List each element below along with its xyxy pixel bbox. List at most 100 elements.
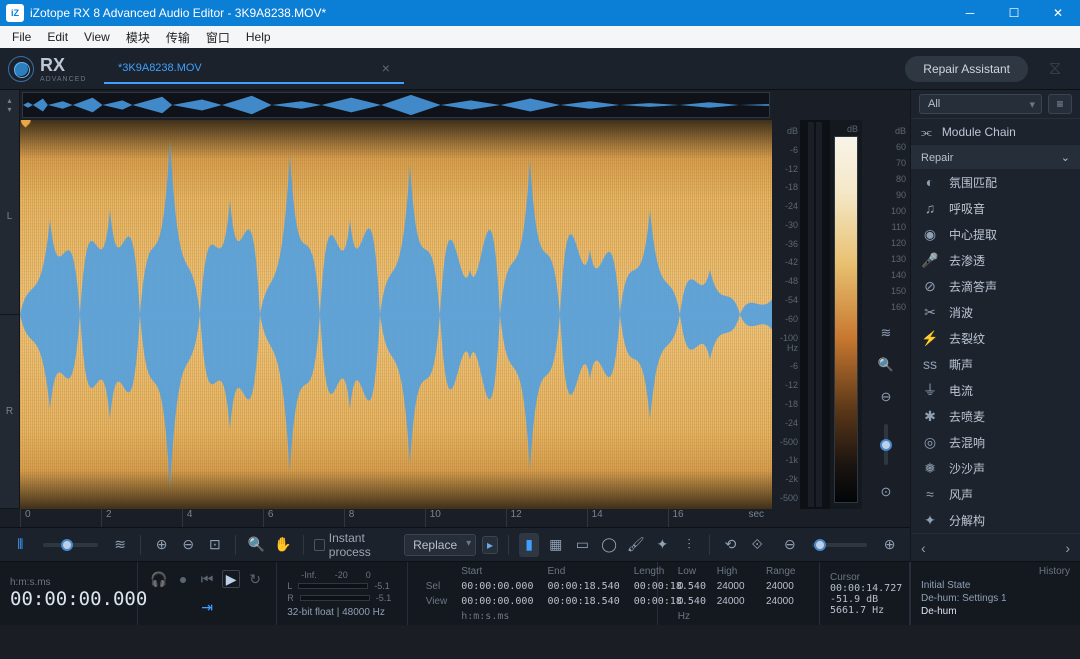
close-tab-icon[interactable]: ×: [382, 60, 390, 76]
module-item[interactable]: ✦分解构: [911, 507, 1080, 533]
module-item[interactable]: ✱去喷麦: [911, 403, 1080, 429]
module-label: 去滴答声: [949, 278, 997, 295]
next-page-icon[interactable]: ›: [1065, 540, 1070, 556]
module-item[interactable]: ⚡去裂纹: [911, 325, 1080, 351]
zoom-selection-icon[interactable]: ⊡: [205, 533, 226, 557]
chain-icon: ⫘: [921, 125, 932, 140]
history-panel: History Initial StateDe-hum: Settings 1D…: [910, 561, 1080, 625]
zoom-down-icon[interactable]: ▾: [7, 105, 11, 114]
spectrogram-view[interactable]: [20, 120, 772, 509]
hzoom-in-icon[interactable]: ⊕: [879, 533, 900, 557]
zoom-in-icon[interactable]: 🔍: [875, 354, 897, 376]
db-scale: dB-6-12-18-24-30-36-42-48-54-60-100 Hz-6…: [772, 120, 800, 509]
headphones-icon[interactable]: 🎧: [150, 570, 168, 588]
spectrogram-view-icon[interactable]: ≋: [110, 533, 131, 557]
instant-process-checkbox[interactable]: Instant process: [314, 531, 398, 559]
level-readout: -Inf.-200 L-5.1 R-5.1 32-bit float | 480…: [277, 562, 408, 625]
grab-tool-icon[interactable]: ✋: [273, 533, 294, 557]
history-item[interactable]: Initial State: [921, 579, 1070, 592]
module-filter-dropdown[interactable]: All: [919, 94, 1042, 114]
main-toolbar: ⫴ ≋ ⊕ ⊖ ⊡ 🔍 ✋ Instant process Replace ▸ …: [0, 527, 910, 561]
loop-button[interactable]: ↻: [246, 570, 264, 588]
process-go-button[interactable]: ▸: [482, 536, 498, 554]
amplitude-view-icon[interactable]: ⫴: [10, 533, 31, 557]
timecode-format-label[interactable]: h:m:s.ms: [10, 577, 127, 588]
module-chain-button[interactable]: ⫘ Module Chain: [911, 118, 1080, 146]
module-icon: ♫: [921, 200, 939, 216]
module-label: 嘶声: [949, 356, 973, 373]
module-icon: 🎤: [921, 252, 939, 269]
time-ruler[interactable]: 0246810121416sec: [0, 509, 910, 527]
lasso-tool-icon[interactable]: ◯: [599, 533, 620, 557]
wand-tool-icon[interactable]: ✦: [652, 533, 673, 557]
app-icon: iZ: [6, 4, 24, 22]
brightness-slider[interactable]: [884, 424, 888, 465]
freq-select-tool-icon[interactable]: ▭: [572, 533, 593, 557]
module-item[interactable]: ⊘去滴答声: [911, 273, 1080, 299]
app-header: RX ADVANCED *3K9A8238.MOV × Repair Assis…: [0, 48, 1080, 90]
module-item[interactable]: ◐氛围匹配: [911, 169, 1080, 195]
hzoom-slider[interactable]: [812, 543, 867, 547]
zoom-up-icon[interactable]: ▴: [7, 96, 11, 105]
timefreq-select-tool-icon[interactable]: ▦: [545, 533, 566, 557]
menu-file[interactable]: File: [4, 28, 39, 46]
module-item[interactable]: ◉中心提取: [911, 221, 1080, 247]
menu-edit[interactable]: Edit: [39, 28, 76, 46]
repair-assistant-button[interactable]: Repair Assistant: [905, 56, 1028, 82]
window-title: iZotope RX 8 Advanced Audio Editor - 3K9…: [30, 6, 326, 20]
menu-modules[interactable]: 模块: [118, 27, 158, 48]
window-close-button[interactable]: ✕: [1036, 0, 1080, 26]
brush-tool-icon[interactable]: 🖌: [625, 533, 646, 557]
history-item[interactable]: De-hum: Settings 1: [921, 592, 1070, 605]
module-icon: ◐: [921, 174, 939, 190]
module-category[interactable]: Repair ⌄: [911, 146, 1080, 169]
deselect-icon[interactable]: ⟲: [720, 533, 741, 557]
zoom-out-icon[interactable]: ⊖: [178, 533, 199, 557]
module-panel: All ≡ ⫘ Module Chain Repair ⌄ ◐氛围匹配♫呼吸音◉…: [910, 90, 1080, 561]
selection-info: StartEndLength Sel00:00:00.00000:00:18.5…: [408, 562, 658, 625]
zoom-in-icon[interactable]: ⊕: [151, 533, 172, 557]
menu-view[interactable]: View: [76, 28, 118, 46]
rewind-button[interactable]: ⏮: [198, 570, 216, 588]
module-label: 中心提取: [949, 226, 997, 243]
overview-waveform[interactable]: [22, 92, 770, 118]
module-item[interactable]: ss嘶声: [911, 351, 1080, 377]
waveform-opacity-slider[interactable]: [43, 543, 98, 547]
helix-icon[interactable]: ⧖: [1040, 54, 1070, 84]
timecode-display[interactable]: 00:00:00.000: [10, 588, 127, 610]
process-mode-dropdown[interactable]: Replace: [404, 534, 476, 556]
menu-help[interactable]: Help: [238, 28, 279, 46]
module-item[interactable]: ⏚电流: [911, 377, 1080, 403]
module-item[interactable]: ≈风声: [911, 481, 1080, 507]
region-tool-icon[interactable]: ⟐: [747, 533, 768, 557]
zoom-tool-icon[interactable]: 🔍: [246, 533, 267, 557]
time-select-tool-icon[interactable]: ▮: [519, 533, 540, 557]
module-item[interactable]: ✂消波: [911, 299, 1080, 325]
follow-playhead-button[interactable]: ⇥: [198, 599, 216, 617]
history-item[interactable]: De-hum: [921, 605, 1070, 618]
module-icon: ≈: [921, 486, 939, 502]
module-item[interactable]: 🎤去渗透: [911, 247, 1080, 273]
harmonic-select-icon[interactable]: ⫶: [679, 533, 700, 557]
menu-transport[interactable]: 传输: [158, 27, 198, 48]
freq-info: LowHighRange 02400024000 02400024000 Hz: [658, 562, 820, 625]
prev-page-icon[interactable]: ‹: [921, 540, 926, 556]
module-item[interactable]: ◎去混响: [911, 429, 1080, 455]
file-tab[interactable]: *3K9A8238.MOV ×: [104, 54, 404, 84]
window-maximize-button[interactable]: ☐: [992, 0, 1036, 26]
menu-window[interactable]: 窗口: [198, 27, 238, 48]
zoom-fit-icon[interactable]: ⊙: [875, 481, 897, 503]
checkbox-icon[interactable]: [314, 539, 325, 551]
zoom-out-icon[interactable]: ⊖: [875, 386, 897, 408]
vertical-zoom-buttons[interactable]: ▴ ▾: [0, 90, 20, 120]
hzoom-out-icon[interactable]: ⊖: [780, 533, 801, 557]
slider-thumb-icon[interactable]: [880, 439, 892, 451]
module-icon: ✦: [921, 512, 939, 529]
module-item[interactable]: ❅沙沙声: [911, 455, 1080, 481]
waveform-view-icon[interactable]: ≋: [875, 322, 897, 344]
window-minimize-button[interactable]: ─: [948, 0, 992, 26]
play-button[interactable]: ▶: [222, 570, 240, 588]
list-view-icon[interactable]: ≡: [1048, 94, 1072, 114]
record-button[interactable]: ●: [174, 570, 192, 588]
module-item[interactable]: ♫呼吸音: [911, 195, 1080, 221]
